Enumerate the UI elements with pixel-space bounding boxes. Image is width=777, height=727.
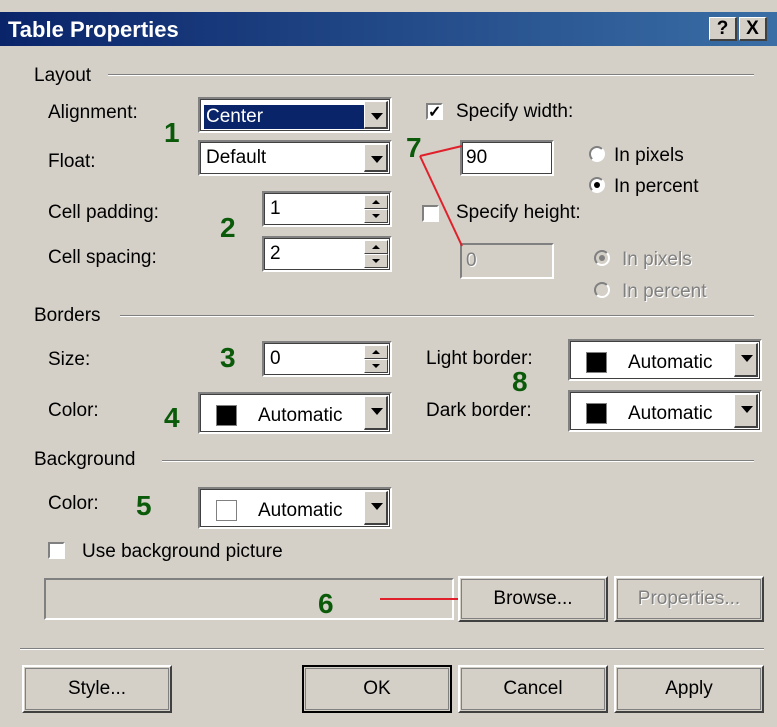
- annotation-7-width-line: [419, 145, 463, 157]
- annotation-lines: [380, 145, 463, 600]
- annotation-7-height-line: [419, 155, 463, 247]
